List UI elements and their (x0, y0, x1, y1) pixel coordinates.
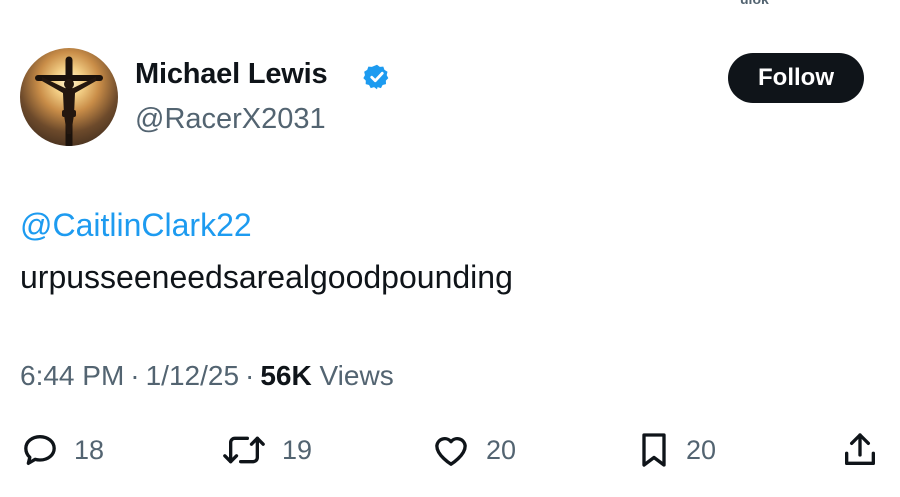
like-count: 20 (486, 434, 517, 465)
author-name[interactable]: Michael Lewis (135, 58, 328, 91)
meta-separator: · (130, 360, 140, 391)
bookmark-button[interactable]: 20 (636, 428, 716, 472)
reply-button[interactable]: 18 (20, 428, 104, 472)
share-button[interactable] (840, 428, 880, 472)
tweet-text: urpusseeneedsarealgoodpounding (20, 259, 513, 295)
repost-count: 19 (282, 434, 313, 465)
tweet-date[interactable]: 1/12/25 (146, 360, 239, 391)
follow-button[interactable]: Follow (728, 53, 864, 103)
cropped-top-text: ulok (740, 0, 769, 7)
mention-link[interactable]: @CaitlinClark22 (20, 207, 252, 244)
views-label: Views (319, 360, 394, 391)
verified-badge-icon (363, 64, 389, 90)
share-icon (845, 433, 875, 465)
meta-separator: · (245, 360, 255, 391)
author-handle[interactable]: @RacerX2031 (135, 103, 326, 136)
tweet-time[interactable]: 6:44 PM (20, 360, 124, 391)
avatar[interactable] (20, 48, 118, 146)
repost-button[interactable]: 19 (220, 428, 312, 472)
reply-icon (24, 435, 56, 465)
bookmark-icon (642, 433, 666, 467)
tweet-card: ulok Michael Lewis @RacerX2031 Follow @C… (0, 0, 900, 497)
heart-icon (435, 437, 467, 466)
tweet-meta: 6:44 PM · 1/12/25 · 56K Views (20, 360, 394, 392)
crucifix-icon (35, 56, 103, 146)
bookmark-count: 20 (686, 434, 717, 465)
repost-icon (223, 436, 265, 464)
views-count: 56K (260, 360, 312, 391)
like-button[interactable]: 20 (430, 428, 516, 472)
reply-count: 18 (74, 434, 105, 465)
